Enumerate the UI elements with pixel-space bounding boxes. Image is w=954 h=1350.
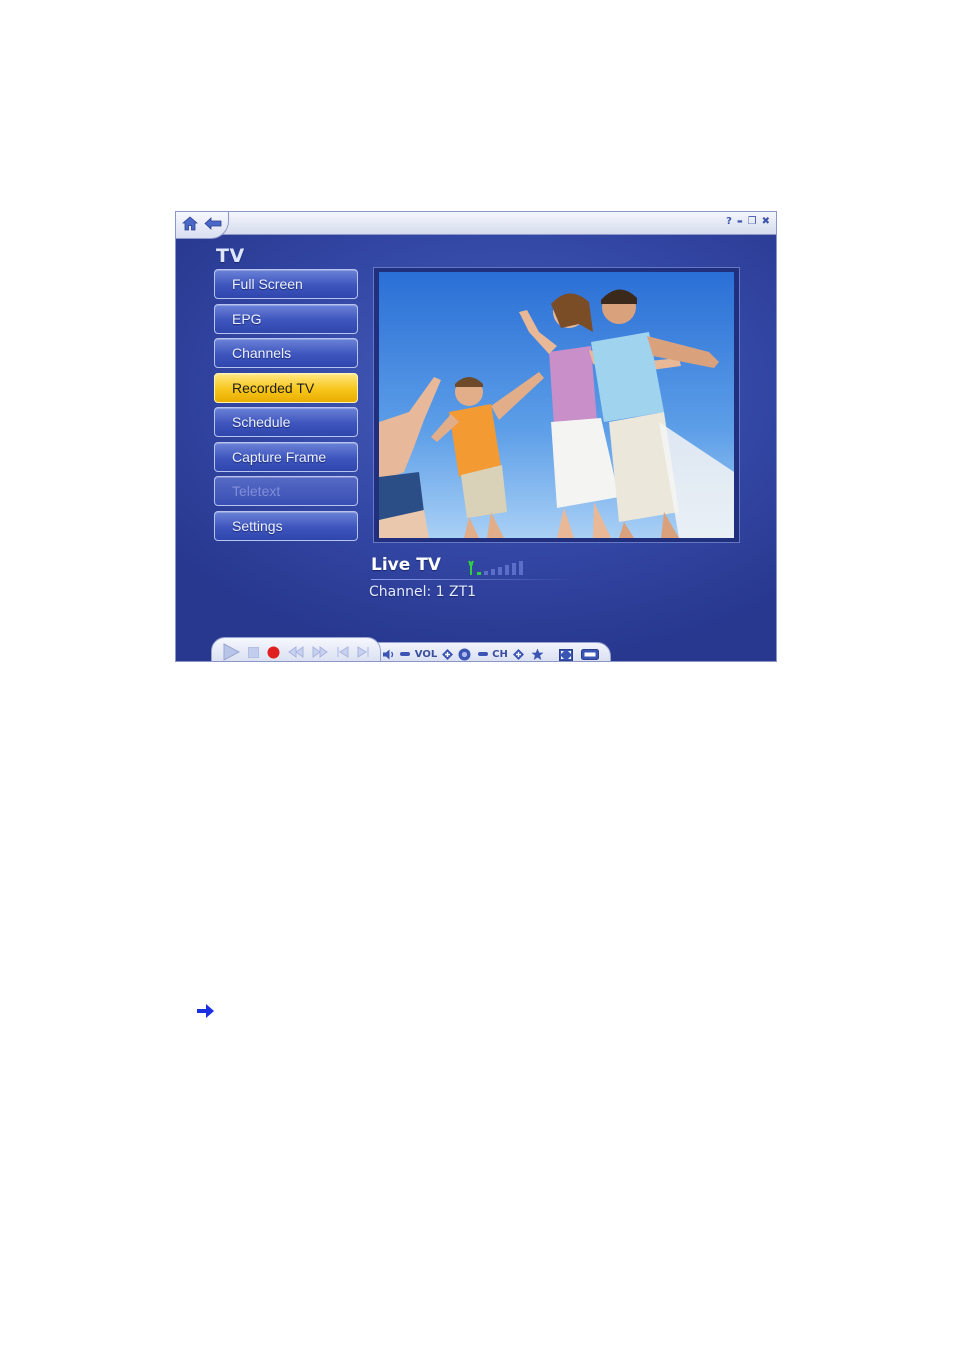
home-icon[interactable] <box>181 214 199 232</box>
fullscreen-icon[interactable] <box>557 643 575 661</box>
stop-icon[interactable] <box>246 638 260 661</box>
play-icon[interactable] <box>220 638 242 661</box>
recorded-tv-button[interactable]: Recorded TV <box>214 372 358 403</box>
epg-button[interactable]: EPG <box>214 303 358 334</box>
arrow-right-icon <box>195 1002 217 1020</box>
schedule-button[interactable]: Schedule <box>214 407 358 437</box>
back-icon[interactable] <box>204 214 222 232</box>
minimize-icon[interactable]: ▬ <box>737 215 743 229</box>
channel-info: Channel: 1 ZT1 <box>369 584 477 600</box>
record-icon[interactable] <box>265 638 281 661</box>
mute-icon[interactable] <box>456 643 472 661</box>
teletext-button: Teletext <box>214 476 358 506</box>
volume-channel-bar: VOL CH <box>376 642 611 661</box>
transport-bar <box>211 637 381 661</box>
volume-down-icon[interactable] <box>399 643 411 661</box>
aspect-ratio-icon[interactable] <box>579 643 601 661</box>
tv-menu: Full Screen EPG Channels Recorded TV Sch… <box>214 269 358 545</box>
channels-button[interactable]: Channels <box>214 338 358 368</box>
skip-back-icon[interactable] <box>334 638 352 661</box>
capture-frame-button[interactable]: Capture Frame <box>214 441 358 472</box>
section-title: TV <box>216 245 245 267</box>
channel-label: CH <box>492 649 508 660</box>
video-preview-frame <box>373 267 740 543</box>
speaker-icon[interactable] <box>380 643 398 661</box>
tv-app-window: ? ▬ ❐ ✖ TV Full Screen EPG Channels Reco… <box>175 211 777 662</box>
channel-down-icon[interactable] <box>477 643 489 661</box>
help-icon[interactable]: ? <box>726 215 732 229</box>
settings-button[interactable]: Settings <box>214 510 358 541</box>
antenna-icon <box>468 560 474 575</box>
volume-up-icon[interactable] <box>440 643 454 661</box>
volume-label: VOL <box>414 649 438 660</box>
video-preview[interactable] <box>379 272 734 538</box>
window-controls: ? ▬ ❐ ✖ <box>726 215 770 229</box>
restore-icon[interactable]: ❐ <box>748 215 757 229</box>
favorite-icon[interactable] <box>529 643 545 661</box>
close-icon[interactable]: ✖ <box>762 215 770 229</box>
rewind-icon[interactable] <box>286 638 306 661</box>
live-tv-title: Live TV <box>371 555 441 575</box>
title-bar: ? ▬ ❐ ✖ <box>176 212 776 239</box>
full-screen-button[interactable]: Full Screen <box>214 269 358 299</box>
channel-up-icon[interactable] <box>511 643 525 661</box>
status-divider <box>371 579 571 580</box>
fast-forward-icon[interactable] <box>310 638 330 661</box>
skip-forward-icon[interactable] <box>354 638 372 661</box>
signal-strength <box>465 559 535 577</box>
